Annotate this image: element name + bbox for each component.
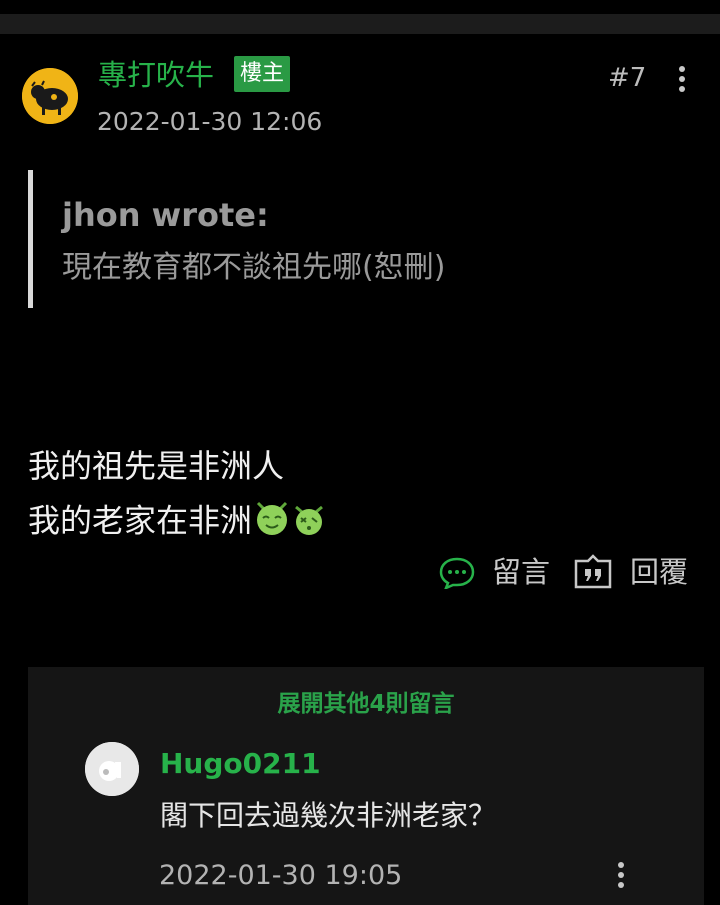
more-options-icon[interactable]: [676, 66, 688, 98]
default-avatar-icon: [85, 742, 139, 796]
chat-bubble-icon: [439, 557, 475, 589]
post-body-line: 我的祖先是非洲人: [28, 444, 284, 488]
quote-bar: [28, 170, 33, 308]
comment-button[interactable]: 留言: [438, 552, 550, 592]
comment-label: 留言: [492, 555, 551, 589]
reply-label: 回覆: [630, 555, 689, 589]
cow-icon: [22, 68, 78, 124]
reply-button[interactable]: 回覆: [572, 552, 688, 592]
author-name[interactable]: 專打吹牛: [98, 55, 214, 95]
status-bar: [0, 0, 720, 14]
quote-text: 現在教育都不談祖先哪(恕刪): [62, 250, 446, 285]
header-divider: [0, 14, 720, 34]
comment-author[interactable]: Hugo0211: [160, 744, 321, 784]
quote-author: jhon wrote:: [62, 196, 269, 234]
comment-more-options-icon[interactable]: [615, 862, 627, 894]
post-text: 我的祖先是非洲人: [28, 447, 285, 485]
post-text: 我的老家在非洲: [28, 501, 253, 540]
quote-reply-icon: [574, 554, 612, 589]
comment-text: 閣下回去過幾次非洲老家？: [160, 799, 497, 832]
post-body-line: 我的老家在非洲: [28, 497, 326, 548]
floor-number: #7: [608, 63, 647, 93]
op-badge: 樓主: [234, 56, 291, 92]
author-avatar[interactable]: [22, 68, 78, 124]
smiling-face-emoji-icon: [252, 497, 292, 548]
commenter-avatar[interactable]: [85, 742, 139, 796]
dizzy-face-emoji-icon: [292, 497, 326, 548]
comment-timestamp: 2022-01-30 19:05: [159, 860, 403, 891]
expand-comments-link[interactable]: 展開其他4則留言: [0, 686, 720, 722]
post-timestamp: 2022-01-30 12:06: [97, 107, 323, 136]
